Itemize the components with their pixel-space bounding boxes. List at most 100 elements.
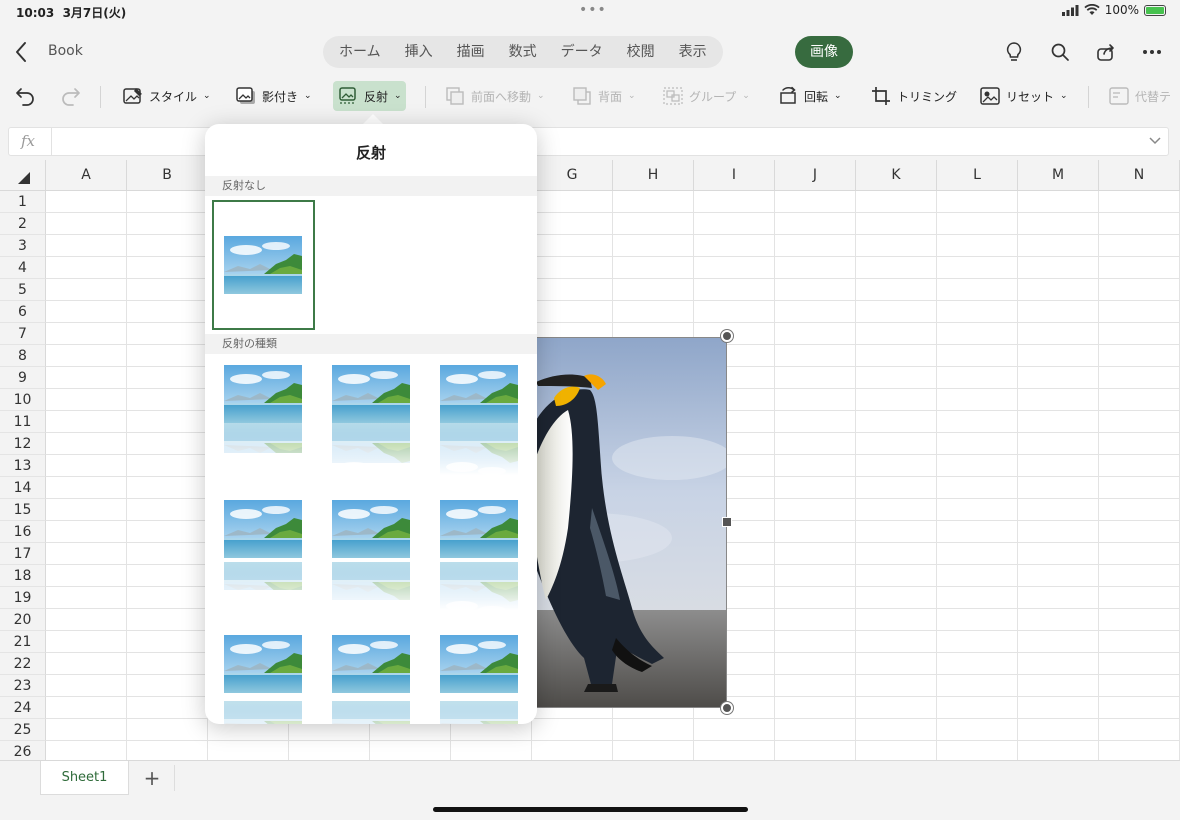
select-all-corner[interactable] bbox=[0, 160, 46, 191]
expand-formula-chevron-icon[interactable] bbox=[1148, 134, 1162, 148]
formula-bar[interactable]: fx bbox=[8, 127, 1169, 156]
reflection-option[interactable] bbox=[332, 635, 412, 724]
add-sheet-button[interactable]: + bbox=[140, 766, 164, 790]
shadow-button[interactable]: 影付き ⌄ bbox=[231, 81, 316, 111]
redo-icon bbox=[62, 88, 80, 106]
column-header[interactable]: G bbox=[532, 160, 613, 191]
row-header[interactable]: 12 bbox=[0, 433, 46, 455]
column-header[interactable]: L bbox=[937, 160, 1018, 191]
row-header[interactable]: 8 bbox=[0, 345, 46, 367]
column-header[interactable]: J bbox=[775, 160, 856, 191]
row-header[interactable]: 10 bbox=[0, 389, 46, 411]
reflection-option[interactable] bbox=[332, 500, 412, 620]
reflection-option[interactable] bbox=[440, 500, 520, 620]
redo-button[interactable] bbox=[56, 81, 86, 111]
row-header[interactable]: 1 bbox=[0, 191, 46, 213]
document-title[interactable]: Book bbox=[48, 43, 83, 59]
multitasking-dots-icon[interactable]: ••• bbox=[579, 2, 607, 18]
row-header[interactable]: 11 bbox=[0, 411, 46, 433]
ribbon-toolbar: スタイル ⌄ 影付き ⌄ 反射 ⌄ 前面へ移動 ⌄ 背面 ⌄ グループ ⌄ 回転 ⌄ bbox=[0, 78, 1180, 114]
popover-title: 反射 bbox=[355, 144, 386, 162]
column-header[interactable]: A bbox=[46, 160, 127, 191]
row-header[interactable]: 3 bbox=[0, 235, 46, 257]
column-header[interactable]: B bbox=[127, 160, 208, 191]
alt-text-icon bbox=[1109, 87, 1129, 105]
share-icon[interactable] bbox=[1090, 38, 1122, 66]
more-options-icon[interactable] bbox=[1136, 38, 1168, 66]
undo-button[interactable] bbox=[10, 81, 40, 111]
row-header[interactable]: 4 bbox=[0, 257, 46, 279]
search-icon[interactable] bbox=[1044, 38, 1076, 66]
column-header[interactable]: M bbox=[1018, 160, 1099, 191]
row-header[interactable]: 9 bbox=[0, 367, 46, 389]
alt-text-button[interactable]: 代替テ bbox=[1104, 81, 1175, 111]
row-header[interactable]: 2 bbox=[0, 213, 46, 235]
picture-shadow-icon bbox=[236, 87, 255, 104]
battery-percent: 100% bbox=[1104, 3, 1139, 17]
row-header[interactable]: 7 bbox=[0, 323, 46, 345]
row-header[interactable]: 24 bbox=[0, 697, 46, 719]
row-header[interactable]: 19 bbox=[0, 587, 46, 609]
reflection-option[interactable] bbox=[224, 635, 304, 724]
rotate-icon bbox=[780, 86, 796, 104]
tab-draw[interactable]: 描画 bbox=[445, 38, 497, 66]
tab-data[interactable]: データ bbox=[549, 38, 615, 66]
row-header[interactable]: 15 bbox=[0, 499, 46, 521]
wifi-icon bbox=[1084, 4, 1100, 15]
bring-forward-button[interactable]: 前面へ移動 ⌄ bbox=[440, 81, 549, 111]
row-header[interactable]: 26 bbox=[0, 741, 46, 760]
row-header[interactable]: 25 bbox=[0, 719, 46, 741]
row-header[interactable]: 14 bbox=[0, 477, 46, 499]
column-header[interactable]: K bbox=[856, 160, 937, 191]
reflection-option[interactable] bbox=[224, 500, 304, 620]
reset-button[interactable]: リセット ⌄ bbox=[975, 81, 1072, 111]
row-header[interactable]: 13 bbox=[0, 455, 46, 477]
fx-label[interactable]: fx bbox=[21, 132, 35, 150]
row-header[interactable]: 23 bbox=[0, 675, 46, 697]
home-indicator[interactable] bbox=[433, 807, 748, 812]
resize-handle-right[interactable] bbox=[722, 517, 732, 527]
sheet-tab-sheet1[interactable]: Sheet1 bbox=[40, 761, 129, 795]
tab-view[interactable]: 表示 bbox=[667, 38, 719, 66]
reflection-option[interactable] bbox=[440, 365, 520, 481]
status-bar: 10:03 3月7日(火) ••• 100% bbox=[0, 0, 1180, 24]
reflection-popover: 反射 反射なし 反射の種類 bbox=[205, 124, 537, 724]
row-headers: 1 2 3 4 5 6 7 8 9 10 11 12 13 14 15 16 1… bbox=[0, 191, 46, 760]
tab-review[interactable]: 校閲 bbox=[615, 38, 667, 66]
row-header[interactable]: 20 bbox=[0, 609, 46, 631]
row-header[interactable]: 21 bbox=[0, 631, 46, 653]
reflection-option[interactable] bbox=[440, 635, 520, 724]
status-date: 3月7日(火) bbox=[62, 6, 127, 20]
rotate-button[interactable]: 回転 ⌄ bbox=[773, 81, 846, 111]
reflection-option-none[interactable] bbox=[212, 200, 315, 330]
title-bar: Book ホーム 挿入 描画 数式 データ 校閲 表示 画像 bbox=[0, 32, 1180, 72]
picture-style-button[interactable]: スタイル ⌄ bbox=[118, 81, 215, 111]
row-header[interactable]: 5 bbox=[0, 279, 46, 301]
group-button[interactable]: グループ ⌄ bbox=[658, 81, 754, 111]
row-header[interactable]: 17 bbox=[0, 543, 46, 565]
column-header[interactable]: H bbox=[613, 160, 694, 191]
column-header[interactable]: N bbox=[1099, 160, 1180, 191]
row-header[interactable]: 18 bbox=[0, 565, 46, 587]
excel-app: 10:03 3月7日(火) ••• 100% Book ホーム 挿入 描画 数式… bbox=[0, 0, 1180, 820]
column-header[interactable]: I bbox=[694, 160, 775, 191]
reflection-button[interactable]: 反射 ⌄ bbox=[333, 81, 406, 111]
send-backward-button[interactable]: 背面 ⌄ bbox=[567, 81, 640, 111]
back-chevron-icon[interactable] bbox=[10, 38, 34, 66]
lightbulb-icon[interactable] bbox=[998, 38, 1030, 66]
resize-handle-bottom-right[interactable] bbox=[721, 702, 733, 714]
penguin-photo bbox=[532, 338, 726, 707]
tab-home[interactable]: ホーム bbox=[327, 38, 393, 66]
tab-insert[interactable]: 挿入 bbox=[393, 38, 445, 66]
resize-handle-top-right[interactable] bbox=[721, 330, 733, 342]
signal-icon bbox=[1061, 4, 1079, 16]
crop-button[interactable]: トリミング bbox=[866, 81, 961, 111]
row-header[interactable]: 16 bbox=[0, 521, 46, 543]
selected-picture[interactable] bbox=[531, 337, 727, 708]
row-header[interactable]: 22 bbox=[0, 653, 46, 675]
reflection-option[interactable] bbox=[332, 365, 412, 481]
tab-formulas[interactable]: 数式 bbox=[497, 38, 549, 66]
row-header[interactable]: 6 bbox=[0, 301, 46, 323]
tab-picture[interactable]: 画像 bbox=[795, 36, 853, 68]
reflection-option[interactable] bbox=[224, 365, 304, 481]
